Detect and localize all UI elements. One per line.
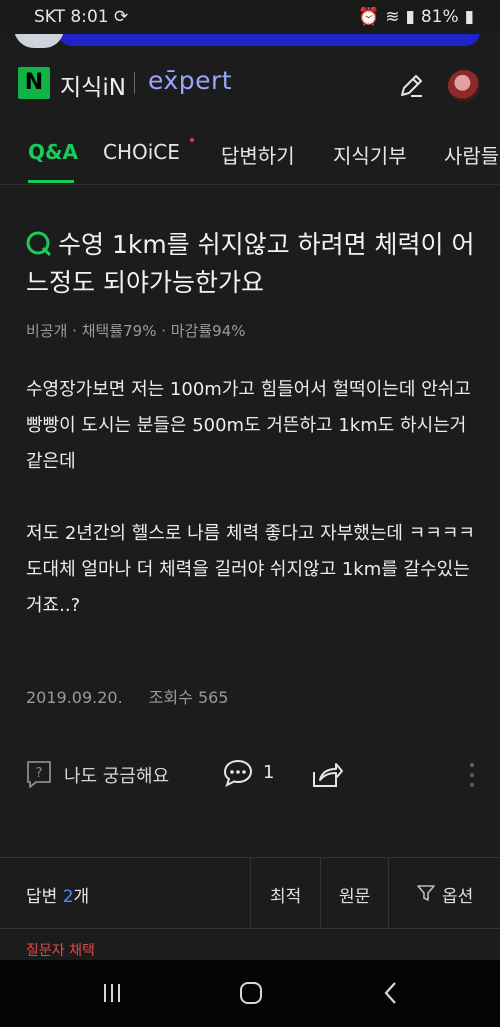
naver-logo[interactable]: N — [18, 67, 50, 99]
curious-button[interactable]: 나도 궁금해요 — [64, 762, 169, 788]
body-paragraph: 수영장가보면 저는 100m가고 힘들어서 헐떡이는데 안쉬고 빵빵이 도시는 … — [26, 379, 471, 472]
view-count: 조회수 565 — [148, 688, 229, 707]
question-date: 2019.09.20. — [26, 688, 123, 707]
status-right: ⏰ ≋ ▮ 81% ▮ — [358, 7, 474, 27]
comment-icon[interactable] — [222, 758, 254, 788]
svg-text:?: ? — [36, 766, 43, 781]
carrier-time: SKT 8:01 — [34, 7, 109, 27]
tab-people[interactable]: 사람들 — [444, 140, 499, 169]
avatar[interactable] — [448, 70, 480, 102]
new-dot-badge — [190, 138, 194, 142]
body-paragraph: 저도 2년간의 헬스로 나름 체력 좋다고 자부했는데 ㅋㅋㅋㅋ — [26, 523, 475, 544]
question-body: 수영장가보면 저는 100m가고 힘들어서 헐떡이는데 안쉬고 빵빵이 도시는 … — [26, 372, 478, 624]
tab-qna[interactable]: Q&A — [28, 140, 78, 164]
battery-icon: ▮ — [464, 7, 474, 27]
app-header: N 지식iN ex̄pert — [0, 50, 500, 120]
recent-apps-icon[interactable] — [97, 980, 127, 1006]
wifi-icon: ≋ — [385, 7, 400, 27]
signal-icon: ▮ — [405, 7, 415, 27]
options-label: 옵션 — [442, 887, 474, 907]
tab-answer[interactable]: 답변하기 — [221, 140, 295, 169]
status-left: SKT 8:01 ⟳ — [34, 7, 128, 27]
active-tab-indicator — [28, 180, 74, 183]
filter-icon — [417, 885, 435, 901]
back-icon[interactable] — [376, 980, 406, 1006]
pencil-icon[interactable] — [397, 72, 425, 100]
more-options-icon[interactable] — [468, 760, 476, 790]
selected-answer-label: 질문자 채택 — [26, 943, 95, 959]
comment-count[interactable]: 1 — [263, 762, 274, 783]
battery-level: 81% — [420, 7, 459, 27]
home-icon[interactable] — [236, 980, 266, 1006]
kin-brand[interactable]: 지식iN — [60, 68, 126, 102]
tab-bar: Q&A CHOiCE 답변하기 지식기부 사람들 — [0, 120, 500, 185]
tab-donation[interactable]: 지식기부 — [333, 140, 407, 169]
brand-divider — [134, 72, 135, 94]
banner-thumbnail — [14, 34, 64, 48]
question-title: 수영 1km를 쉬지않고 하려면 체력이 어느정도 되야가능한가요 — [26, 226, 476, 302]
body-paragraph: 도대체 얼마나 더 체력을 길러야 쉬지않고 1km를 갈수있는거죠..? — [26, 559, 470, 616]
answers-bar: 답변 2개 최적 원문 옵션 — [0, 857, 500, 929]
sort-latest-button[interactable]: 최적 — [250, 858, 321, 928]
share-icon[interactable] — [310, 758, 344, 790]
answer-label-prefix: 답변 — [26, 887, 63, 907]
top-banner[interactable] — [0, 34, 500, 50]
question-q-icon — [26, 231, 52, 257]
answer-label-suffix: 개 — [73, 887, 90, 907]
curious-icon[interactable]: ? — [26, 760, 52, 788]
sort-original-label: 원문 — [339, 887, 371, 907]
options-button[interactable]: 옵션 — [388, 858, 500, 928]
tab-choice[interactable]: CHOiCE — [103, 140, 180, 164]
sort-latest-label: 최적 — [270, 887, 302, 907]
answer-count-number: 2 — [62, 887, 74, 907]
answer-count: 답변 2개 — [26, 882, 89, 907]
question-info: 2019.09.20. 조회수 565 — [26, 684, 229, 708]
sort-original-button[interactable]: 원문 — [320, 858, 389, 928]
system-nav-bar — [0, 960, 500, 1027]
alarm-icon: ⏰ — [358, 7, 380, 27]
expert-link[interactable]: ex̄pert — [148, 66, 232, 95]
banner-pill[interactable] — [58, 34, 480, 46]
question-title-text: 수영 1km를 쉬지않고 하려면 체력이 어느정도 되야가능한가요 — [26, 230, 475, 297]
question-meta: 비공개 · 채택률79% · 마감률94% — [26, 322, 246, 340]
sync-icon: ⟳ — [114, 7, 129, 27]
question-actions: ? 나도 궁금해요 1 — [0, 748, 500, 800]
status-bar: SKT 8:01 ⟳ ⏰ ≋ ▮ 81% ▮ — [0, 0, 500, 34]
